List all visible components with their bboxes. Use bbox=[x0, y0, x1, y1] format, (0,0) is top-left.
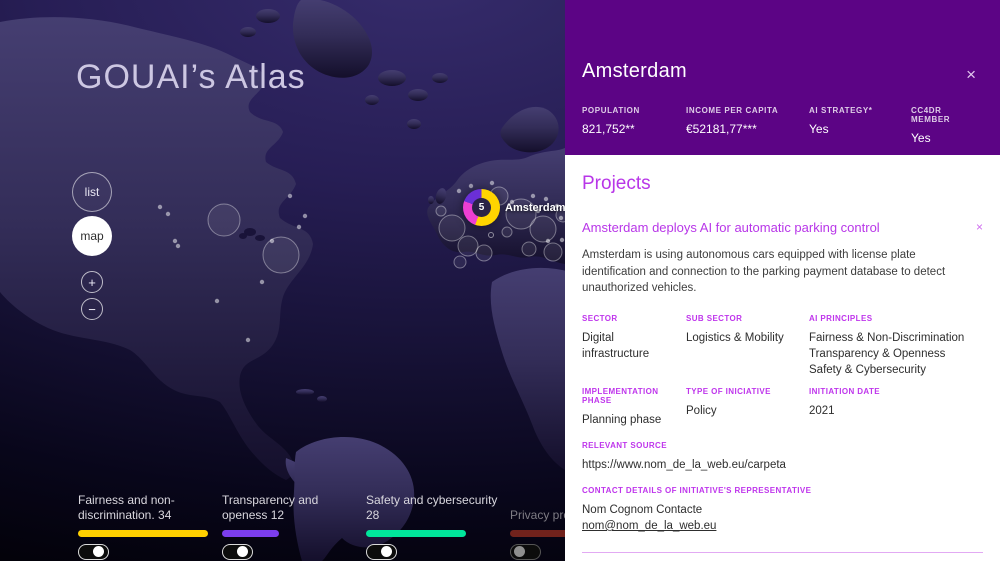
field-label: IMPLEMENTATION PHASE bbox=[582, 387, 686, 405]
legend-label: Privacy prot bbox=[510, 508, 573, 523]
panel-header: Amsterdam × POPULATION 821,752** INCOME … bbox=[565, 0, 1000, 155]
field-relevant-source: RELEVANT SOURCE https://www.nom_de_la_we… bbox=[582, 441, 983, 473]
plus-icon: + bbox=[88, 276, 96, 289]
gouai-atlas-app: GOUAI’s Atlas list map + − 5 Amsterdam F… bbox=[0, 0, 1000, 561]
field-sector: SECTOR Digital infrastructure bbox=[582, 314, 686, 378]
project-fields-row-2: IMPLEMENTATION PHASE Planning phase TYPE… bbox=[582, 387, 983, 428]
field-initiation-date: INITIATION DATE 2021 bbox=[809, 387, 983, 428]
city-title: Amsterdam bbox=[582, 60, 980, 83]
close-icon: × bbox=[976, 220, 983, 234]
project-card: Amsterdam deploys AI for automatic parki… bbox=[582, 220, 983, 534]
stat-value: Yes bbox=[809, 122, 911, 136]
stat-label: INCOME PER CAPITA bbox=[686, 106, 809, 115]
stat-ai-strategy: AI STRATEGY* Yes bbox=[809, 106, 911, 145]
projects-heading: Projects bbox=[582, 173, 983, 195]
legend-color-bar-yellow bbox=[78, 530, 208, 537]
toggle-knob bbox=[237, 546, 248, 557]
legend-toggle-fairness[interactable] bbox=[78, 544, 109, 560]
other-projects-accordion: Other project (2) + Other project (3) + … bbox=[582, 552, 983, 561]
field-label: SECTOR bbox=[582, 314, 686, 323]
legend-item-fairness: Fairness and non-discrimination. 34 bbox=[78, 493, 218, 560]
field-label: TYPE OF INICIATIVE bbox=[686, 387, 809, 396]
field-contact: CONTACT DETAILS OF INITIATIVE'S REPRESEN… bbox=[582, 486, 983, 534]
field-value: Logistics & Mobility bbox=[686, 330, 809, 346]
legend-label: Safety and cybersecurity 28 bbox=[366, 493, 506, 523]
stat-value: 821,752** bbox=[582, 122, 686, 136]
stat-value: €52181,77*** bbox=[686, 122, 809, 136]
list-view-label: list bbox=[85, 185, 100, 199]
map-view-button[interactable]: map bbox=[72, 216, 112, 256]
close-icon: × bbox=[966, 65, 976, 84]
field-sub-sector: SUB SECTOR Logistics & Mobility bbox=[686, 314, 809, 378]
field-ai-principles: AI PRINCIPLES Fairness & Non-Discriminat… bbox=[809, 314, 983, 378]
field-value: Policy bbox=[686, 403, 809, 419]
field-value: Digital infrastructure bbox=[582, 330, 662, 362]
city-detail-panel: Amsterdam × POPULATION 821,752** INCOME … bbox=[565, 0, 1000, 561]
field-implementation-phase: IMPLEMENTATION PHASE Planning phase bbox=[582, 387, 686, 428]
legend-label: Fairness and non-discrimination. 34 bbox=[78, 493, 218, 523]
stat-label: AI STRATEGY* bbox=[809, 106, 911, 115]
map-view-label: map bbox=[80, 229, 103, 243]
legend-toggle-transparency[interactable] bbox=[222, 544, 253, 560]
stat-income: INCOME PER CAPITA €52181,77*** bbox=[686, 106, 809, 145]
legend-item-safety: Safety and cybersecurity 28 bbox=[366, 493, 506, 560]
project-fields-row-1: SECTOR Digital infrastructure SUB SECTOR… bbox=[582, 314, 983, 378]
stat-cc4dr: CC4DR MEMBER Yes bbox=[911, 106, 980, 145]
project-description: Amsterdam is using autonomous cars equip… bbox=[582, 247, 982, 297]
field-label: INITIATION DATE bbox=[809, 387, 983, 396]
source-link[interactable]: https://www.nom_de_la_web.eu/carpeta bbox=[582, 457, 983, 473]
legend-item-transparency: Transparency and openess 12 bbox=[222, 493, 362, 560]
field-label: CONTACT DETAILS OF INITIATIVE'S REPRESEN… bbox=[582, 486, 983, 495]
city-stats: POPULATION 821,752** INCOME PER CAPITA €… bbox=[582, 106, 980, 145]
zoom-out-button[interactable]: − bbox=[81, 298, 103, 320]
project-title[interactable]: Amsterdam deploys AI for automatic parki… bbox=[582, 220, 880, 235]
panel-body: Projects Amsterdam deploys AI for automa… bbox=[565, 173, 1000, 561]
panel-close-button[interactable]: × bbox=[966, 66, 976, 83]
legend-label: Transparency and openess 12 bbox=[222, 493, 362, 523]
other-project-row-2[interactable]: Other project (2) + bbox=[582, 552, 983, 561]
marker-city-label: Amsterdam bbox=[505, 202, 566, 214]
toggle-knob bbox=[514, 546, 525, 557]
field-label: RELEVANT SOURCE bbox=[582, 441, 983, 450]
toggle-knob bbox=[381, 546, 392, 557]
field-value: Fairness & Non-Discrimination Transparen… bbox=[809, 330, 983, 378]
field-type-of-iniciative: TYPE OF INICIATIVE Policy bbox=[686, 387, 809, 428]
legend-toggle-privacy[interactable] bbox=[510, 544, 541, 560]
legend-color-bar-purple bbox=[222, 530, 279, 537]
field-value: 2021 bbox=[809, 403, 983, 419]
stat-label: CC4DR MEMBER bbox=[911, 106, 980, 124]
stat-label: POPULATION bbox=[582, 106, 686, 115]
amsterdam-marker-donut[interactable]: 5 bbox=[463, 189, 500, 226]
contact-email-link[interactable]: nom@nom_de_la_web.eu bbox=[582, 518, 983, 534]
contact-name: Nom Cognom Contacte bbox=[582, 502, 983, 518]
stat-population: POPULATION 821,752** bbox=[582, 106, 686, 145]
legend-toggle-safety[interactable] bbox=[366, 544, 397, 560]
page-title: GOUAI’s Atlas bbox=[76, 58, 306, 97]
project-close-button[interactable]: × bbox=[976, 220, 983, 234]
marker-project-count: 5 bbox=[472, 198, 491, 217]
zoom-in-button[interactable]: + bbox=[81, 271, 103, 293]
field-label: SUB SECTOR bbox=[686, 314, 809, 323]
legend-color-bar-green bbox=[366, 530, 466, 537]
field-label: AI PRINCIPLES bbox=[809, 314, 983, 323]
toggle-knob bbox=[93, 546, 104, 557]
field-value: Planning phase bbox=[582, 412, 686, 428]
stat-value: Yes bbox=[911, 131, 980, 145]
minus-icon: − bbox=[88, 303, 96, 316]
list-view-button[interactable]: list bbox=[72, 172, 112, 212]
